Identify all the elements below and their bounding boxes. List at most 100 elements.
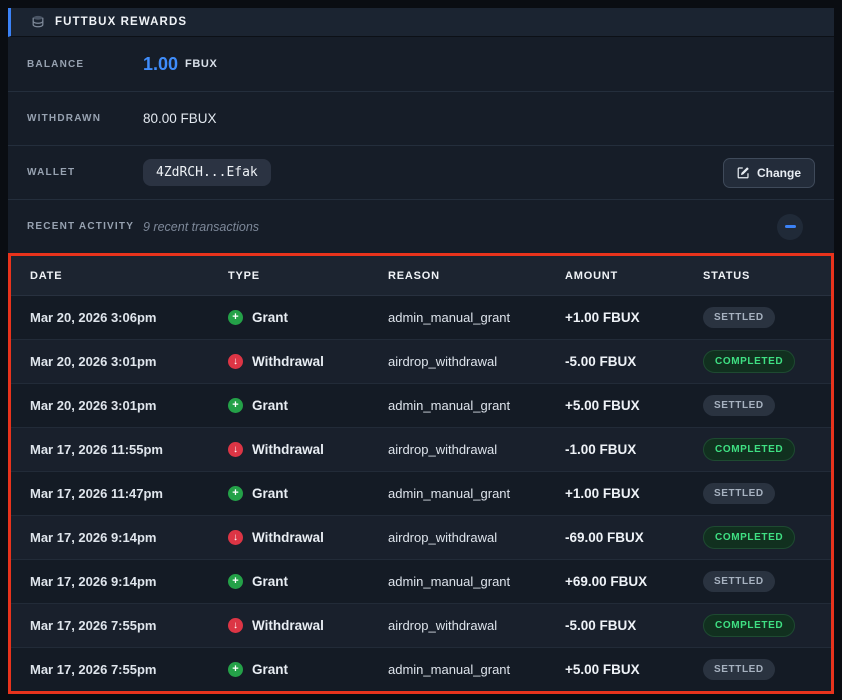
wallet-address[interactable]: 4ZdRCH...Efak bbox=[143, 159, 271, 186]
arrow-down-circle-icon: ↓ bbox=[228, 530, 243, 545]
cell-reason: admin_manual_grant bbox=[388, 398, 565, 413]
cell-type: ↓ Withdrawal bbox=[228, 618, 388, 633]
cell-date: Mar 20, 2026 3:01pm bbox=[30, 398, 228, 413]
cell-amount: +1.00 FBUX bbox=[565, 310, 703, 325]
change-button-label: Change bbox=[757, 166, 801, 180]
cell-type: ↓ Withdrawal bbox=[228, 442, 388, 457]
balance-row: BALANCE 1.00 FBUX bbox=[8, 37, 834, 92]
type-label: Withdrawal bbox=[252, 442, 324, 457]
cell-status: SETTLED bbox=[703, 571, 831, 592]
table-row[interactable]: Mar 17, 2026 9:14pm ↓ Withdrawal airdrop… bbox=[11, 516, 831, 560]
rewards-widget: FUTTBUX REWARDS BALANCE 1.00 FBUX WITHDR… bbox=[8, 8, 834, 694]
cell-reason: airdrop_withdrawal bbox=[388, 618, 565, 633]
table-row[interactable]: Mar 17, 2026 9:14pm + Grant admin_manual… bbox=[11, 560, 831, 604]
cell-status: COMPLETED bbox=[703, 350, 831, 373]
plus-circle-icon: + bbox=[228, 310, 243, 325]
cell-status: SETTLED bbox=[703, 483, 831, 504]
cell-date: Mar 17, 2026 7:55pm bbox=[30, 662, 228, 677]
status-badge: SETTLED bbox=[703, 483, 775, 504]
recent-activity-count: 9 recent transactions bbox=[143, 220, 259, 234]
recent-activity-label: RECENT ACTIVITY bbox=[27, 221, 143, 232]
column-header-status: STATUS bbox=[703, 270, 831, 282]
arrow-down-circle-icon: ↓ bbox=[228, 618, 243, 633]
plus-circle-icon: + bbox=[228, 486, 243, 501]
balance-value: 1.00 bbox=[143, 54, 178, 75]
transactions-table: DATE TYPE REASON AMOUNT STATUS Mar 20, 2… bbox=[8, 253, 834, 694]
table-row[interactable]: Mar 17, 2026 7:55pm + Grant admin_manual… bbox=[11, 648, 831, 691]
table-row[interactable]: Mar 20, 2026 3:01pm ↓ Withdrawal airdrop… bbox=[11, 340, 831, 384]
cell-status: COMPLETED bbox=[703, 614, 831, 637]
collapse-activity-button[interactable] bbox=[777, 214, 803, 240]
cell-status: SETTLED bbox=[703, 659, 831, 680]
plus-circle-icon: + bbox=[228, 398, 243, 413]
cell-amount: -69.00 FBUX bbox=[565, 530, 703, 545]
table-header-row: DATE TYPE REASON AMOUNT STATUS bbox=[11, 256, 831, 296]
cell-amount: -5.00 FBUX bbox=[565, 354, 703, 369]
withdrawn-row: WITHDRAWN 80.00 FBUX bbox=[8, 92, 834, 146]
plus-circle-icon: + bbox=[228, 574, 243, 589]
cell-amount: -1.00 FBUX bbox=[565, 442, 703, 457]
widget-title: FUTTBUX REWARDS bbox=[55, 16, 187, 28]
widget-header: FUTTBUX REWARDS bbox=[8, 8, 834, 37]
column-header-reason: REASON bbox=[388, 270, 565, 282]
column-header-date: DATE bbox=[30, 270, 228, 282]
type-label: Grant bbox=[252, 486, 288, 501]
wallet-label: WALLET bbox=[27, 167, 143, 178]
arrow-down-circle-icon: ↓ bbox=[228, 354, 243, 369]
cell-date: Mar 17, 2026 7:55pm bbox=[30, 618, 228, 633]
table-row[interactable]: Mar 20, 2026 3:06pm + Grant admin_manual… bbox=[11, 296, 831, 340]
table-body: Mar 20, 2026 3:06pm + Grant admin_manual… bbox=[11, 296, 831, 691]
cell-amount: -5.00 FBUX bbox=[565, 618, 703, 633]
status-badge: COMPLETED bbox=[703, 526, 795, 549]
cell-reason: admin_manual_grant bbox=[388, 574, 565, 589]
cell-status: SETTLED bbox=[703, 307, 831, 328]
balance-unit: FBUX bbox=[185, 58, 217, 70]
status-badge: COMPLETED bbox=[703, 438, 795, 461]
cell-date: Mar 20, 2026 3:06pm bbox=[30, 310, 228, 325]
balance-label: BALANCE bbox=[27, 59, 143, 70]
table-row[interactable]: Mar 17, 2026 11:55pm ↓ Withdrawal airdro… bbox=[11, 428, 831, 472]
cell-type: + Grant bbox=[228, 486, 388, 501]
recent-activity-row: RECENT ACTIVITY 9 recent transactions bbox=[8, 200, 834, 253]
type-label: Grant bbox=[252, 574, 288, 589]
column-header-type: TYPE bbox=[228, 270, 388, 282]
status-badge: SETTLED bbox=[703, 395, 775, 416]
cell-status: SETTLED bbox=[703, 395, 831, 416]
status-badge: SETTLED bbox=[703, 659, 775, 680]
cell-date: Mar 20, 2026 3:01pm bbox=[30, 354, 228, 369]
table-row[interactable]: Mar 17, 2026 7:55pm ↓ Withdrawal airdrop… bbox=[11, 604, 831, 648]
cell-date: Mar 17, 2026 11:47pm bbox=[30, 486, 228, 501]
cell-date: Mar 17, 2026 9:14pm bbox=[30, 530, 228, 545]
type-label: Grant bbox=[252, 310, 288, 325]
cell-type: + Grant bbox=[228, 574, 388, 589]
type-label: Grant bbox=[252, 398, 288, 413]
status-badge: SETTLED bbox=[703, 307, 775, 328]
coins-icon bbox=[31, 15, 45, 29]
table-row[interactable]: Mar 17, 2026 11:47pm + Grant admin_manua… bbox=[11, 472, 831, 516]
change-wallet-button[interactable]: Change bbox=[723, 158, 815, 188]
arrow-down-circle-icon: ↓ bbox=[228, 442, 243, 457]
plus-circle-icon: + bbox=[228, 662, 243, 677]
cell-reason: admin_manual_grant bbox=[388, 662, 565, 677]
status-badge: COMPLETED bbox=[703, 350, 795, 373]
cell-amount: +69.00 FBUX bbox=[565, 574, 703, 589]
minus-icon bbox=[785, 225, 796, 228]
cell-status: COMPLETED bbox=[703, 438, 831, 461]
cell-amount: +1.00 FBUX bbox=[565, 486, 703, 501]
status-badge: COMPLETED bbox=[703, 614, 795, 637]
type-label: Withdrawal bbox=[252, 530, 324, 545]
table-row[interactable]: Mar 20, 2026 3:01pm + Grant admin_manual… bbox=[11, 384, 831, 428]
cell-date: Mar 17, 2026 9:14pm bbox=[30, 574, 228, 589]
status-badge: SETTLED bbox=[703, 571, 775, 592]
column-header-amount: AMOUNT bbox=[565, 270, 703, 282]
cell-type: + Grant bbox=[228, 662, 388, 677]
cell-type: ↓ Withdrawal bbox=[228, 354, 388, 369]
cell-amount: +5.00 FBUX bbox=[565, 662, 703, 677]
wallet-row: WALLET 4ZdRCH...Efak Change bbox=[8, 146, 834, 200]
cell-reason: airdrop_withdrawal bbox=[388, 442, 565, 457]
cell-reason: airdrop_withdrawal bbox=[388, 354, 565, 369]
cell-amount: +5.00 FBUX bbox=[565, 398, 703, 413]
cell-reason: admin_manual_grant bbox=[388, 310, 565, 325]
cell-type: + Grant bbox=[228, 310, 388, 325]
type-label: Grant bbox=[252, 662, 288, 677]
